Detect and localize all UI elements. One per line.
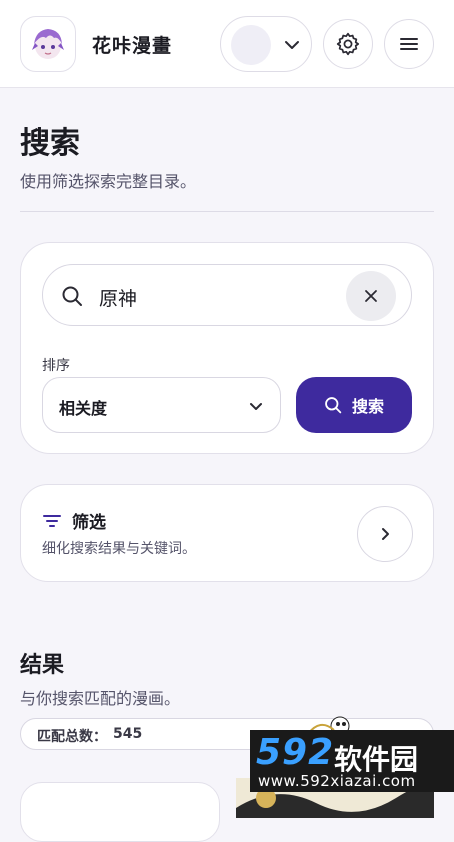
filter-open-button[interactable] bbox=[357, 506, 413, 562]
app-title: 花咔漫畫 bbox=[92, 35, 173, 57]
filter-title: 筛选 bbox=[72, 513, 106, 533]
profile-menu-button[interactable] bbox=[220, 16, 312, 72]
avatar bbox=[231, 25, 271, 65]
search-input[interactable]: 原神 bbox=[42, 264, 412, 326]
result-card[interactable] bbox=[20, 782, 220, 842]
filter-icon bbox=[43, 515, 61, 527]
search-panel: 原神 排序 相关度 搜索 bbox=[20, 242, 434, 454]
close-icon bbox=[365, 290, 377, 302]
watermark: 592 软件园 www.592xiazai.com bbox=[250, 730, 454, 792]
app-logo[interactable] bbox=[20, 16, 76, 72]
page-subtitle: 使用筛选探索完整目录。 bbox=[20, 172, 197, 191]
clear-search-button[interactable] bbox=[346, 271, 396, 321]
watermark-url: www.592xiazai.com bbox=[258, 772, 416, 790]
chevron-down-icon bbox=[250, 403, 262, 410]
menu-button[interactable] bbox=[384, 19, 434, 69]
search-button[interactable]: 搜索 bbox=[296, 377, 412, 433]
results-title: 结果 bbox=[20, 653, 65, 678]
filter-panel[interactable]: 筛选 细化搜索结果与关键词。 bbox=[20, 484, 434, 582]
chevron-right-icon bbox=[382, 528, 389, 540]
results-subtitle: 与你搜索匹配的漫画。 bbox=[20, 689, 181, 708]
search-icon bbox=[325, 397, 342, 414]
settings-button[interactable] bbox=[323, 19, 373, 69]
match-count-label: 匹配总数： bbox=[37, 729, 107, 745]
search-icon bbox=[62, 286, 82, 306]
search-query-text[interactable]: 原神 bbox=[99, 284, 137, 311]
hamburger-menu-icon bbox=[400, 38, 418, 50]
watermark-number: 592 bbox=[256, 732, 335, 773]
top-bar: 花咔漫畫 bbox=[0, 0, 454, 88]
search-button-label: 搜索 bbox=[351, 397, 384, 416]
sort-label: 排序 bbox=[42, 358, 70, 374]
gear-icon bbox=[336, 32, 360, 56]
sort-selected-value: 相关度 bbox=[59, 399, 108, 418]
chevron-down-icon bbox=[285, 41, 299, 49]
divider bbox=[20, 211, 434, 212]
filter-description: 细化搜索结果与关键词。 bbox=[42, 541, 196, 557]
page-title: 搜索 bbox=[20, 126, 80, 161]
match-count-value: 545 bbox=[113, 726, 143, 742]
avatar-logo-image bbox=[32, 29, 64, 59]
sort-select[interactable]: 相关度 bbox=[42, 377, 281, 433]
